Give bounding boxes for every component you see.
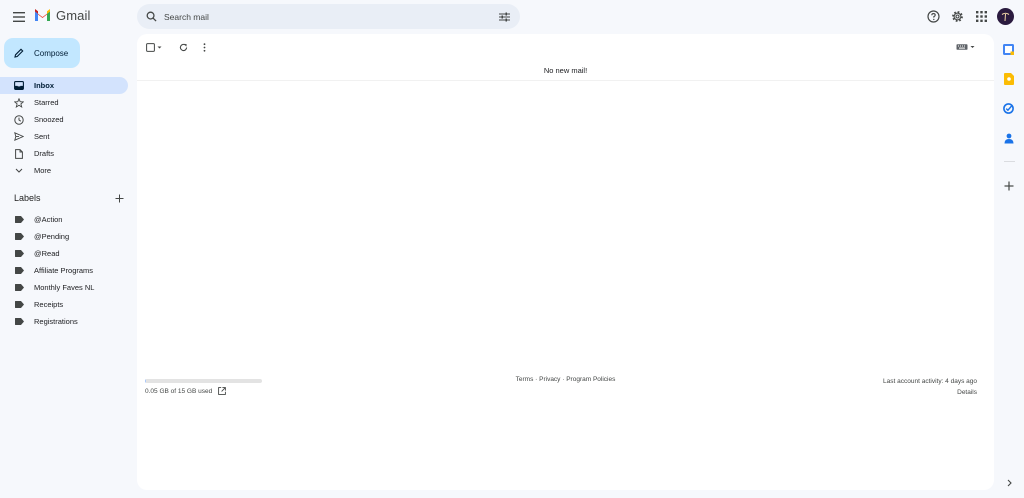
keyboard-icon xyxy=(956,44,975,50)
details-link[interactable]: Details xyxy=(883,387,977,398)
gear-icon xyxy=(951,10,963,22)
select-all-checkbox[interactable] xyxy=(146,42,166,52)
nav-item-inbox[interactable]: Inbox xyxy=(0,77,128,94)
chevron-right-icon xyxy=(1007,479,1012,487)
refresh-button[interactable] xyxy=(178,42,188,52)
label-name: @Action xyxy=(34,215,63,224)
mail-toolbar xyxy=(137,34,994,60)
mail-list-panel: No new mail! 0.05 GB of 15 GB used Terms… xyxy=(137,34,994,490)
hamburger-icon xyxy=(13,12,25,22)
label-name: Monthly Faves NL xyxy=(34,283,95,292)
apps-grid-icon xyxy=(975,10,987,22)
keep-app-button[interactable] xyxy=(1002,72,1015,85)
label-item[interactable]: @Read xyxy=(0,245,128,262)
main-nav: Inbox Starred Snoozed Sent Drafts More xyxy=(0,77,128,179)
star-icon xyxy=(14,97,24,108)
nav-label: Starred xyxy=(34,98,59,107)
label-item[interactable]: @Action xyxy=(0,211,128,228)
show-side-panel-button[interactable] xyxy=(1004,478,1014,488)
nav-item-drafts[interactable]: Drafts xyxy=(0,145,128,162)
nav-label: Snoozed xyxy=(34,115,64,124)
nav-label: Inbox xyxy=(34,81,54,90)
label-item[interactable]: Monthly Faves NL xyxy=(0,279,128,296)
nav-item-starred[interactable]: Starred xyxy=(0,94,128,111)
help-icon xyxy=(926,9,940,23)
labels-header: Labels xyxy=(14,193,124,203)
nav-item-snoozed[interactable]: Snoozed xyxy=(0,111,128,128)
checkbox-dropdown-icon xyxy=(146,42,162,52)
label-name: Registrations xyxy=(34,317,78,326)
empty-inbox-message: No new mail! xyxy=(543,66,588,75)
search-icon[interactable] xyxy=(146,11,157,22)
divider xyxy=(137,80,994,81)
last-activity-text: Last account activity: 4 days ago xyxy=(883,378,977,385)
main-menu-button[interactable] xyxy=(9,7,29,27)
app-name: Gmail xyxy=(56,8,91,23)
plus-icon xyxy=(1004,181,1013,190)
keep-icon xyxy=(1003,72,1014,85)
search-input[interactable]: Search mail xyxy=(164,12,497,22)
label-icon xyxy=(14,266,24,276)
footer-links[interactable]: Terms · Privacy · Program Policies xyxy=(137,376,994,383)
input-tools-button[interactable] xyxy=(956,42,976,52)
label-item[interactable]: @Pending xyxy=(0,228,128,245)
label-name: @Pending xyxy=(34,232,70,241)
clock-icon xyxy=(14,114,24,125)
label-icon xyxy=(14,215,24,225)
label-name: Receipts xyxy=(34,300,64,309)
search-options-button[interactable] xyxy=(497,10,511,24)
search-bar[interactable]: Search mail xyxy=(137,4,520,29)
tune-icon xyxy=(498,12,510,21)
account-activity: Last account activity: 4 days ago Detail… xyxy=(883,376,977,398)
nav-label: More xyxy=(34,166,52,175)
storage-info: 0.05 GB of 15 GB used xyxy=(145,387,227,395)
nav-label: Sent xyxy=(34,132,50,141)
refresh-icon xyxy=(179,43,187,51)
compose-button[interactable]: Compose xyxy=(4,38,80,68)
side-panel-divider xyxy=(1004,161,1015,162)
gmail-m-icon xyxy=(35,9,50,21)
account-avatar[interactable] xyxy=(997,8,1014,25)
pencil-icon xyxy=(14,48,24,58)
nav-label: Drafts xyxy=(34,149,55,158)
send-icon xyxy=(14,132,24,142)
avatar-image-icon xyxy=(1001,12,1010,22)
label-icon xyxy=(14,249,24,259)
labels-title: Labels xyxy=(14,193,41,203)
draft-icon xyxy=(14,148,24,159)
nav-item-sent[interactable]: Sent xyxy=(0,128,128,145)
nav-item-more[interactable]: More xyxy=(0,162,128,179)
label-item[interactable]: Affiliate Programs xyxy=(0,262,128,279)
label-name: Affiliate Programs xyxy=(34,266,94,275)
contacts-app-button[interactable] xyxy=(1002,132,1015,145)
storage-usage-text: 0.05 GB of 15 GB used xyxy=(145,387,213,395)
tasks-icon xyxy=(1003,103,1014,114)
calendar-app-button[interactable] xyxy=(1002,43,1015,56)
google-apps-button[interactable] xyxy=(974,9,988,23)
support-button[interactable] xyxy=(926,9,940,23)
settings-button[interactable] xyxy=(950,9,964,23)
compose-label: Compose xyxy=(34,48,69,58)
more-actions-button[interactable] xyxy=(201,42,207,52)
chevron-down-icon xyxy=(14,166,24,176)
label-icon xyxy=(14,317,24,327)
gmail-logo[interactable]: Gmail xyxy=(34,8,90,23)
get-addons-button[interactable] xyxy=(1002,179,1015,192)
label-icon xyxy=(14,300,24,310)
inbox-icon xyxy=(14,81,24,91)
tasks-app-button[interactable] xyxy=(1002,102,1015,115)
label-item[interactable]: Registrations xyxy=(0,313,128,330)
more-vert-icon xyxy=(203,42,205,52)
labels-list: @Action @Pending @Read Affiliate Program… xyxy=(0,211,128,330)
label-icon xyxy=(14,232,24,242)
label-name: @Read xyxy=(34,249,60,258)
open-in-new-icon[interactable] xyxy=(218,387,227,395)
label-item[interactable]: Receipts xyxy=(0,296,128,313)
contacts-icon xyxy=(1004,133,1013,144)
calendar-icon xyxy=(1003,44,1014,55)
add-label-icon[interactable] xyxy=(115,194,124,203)
label-icon xyxy=(14,283,24,293)
